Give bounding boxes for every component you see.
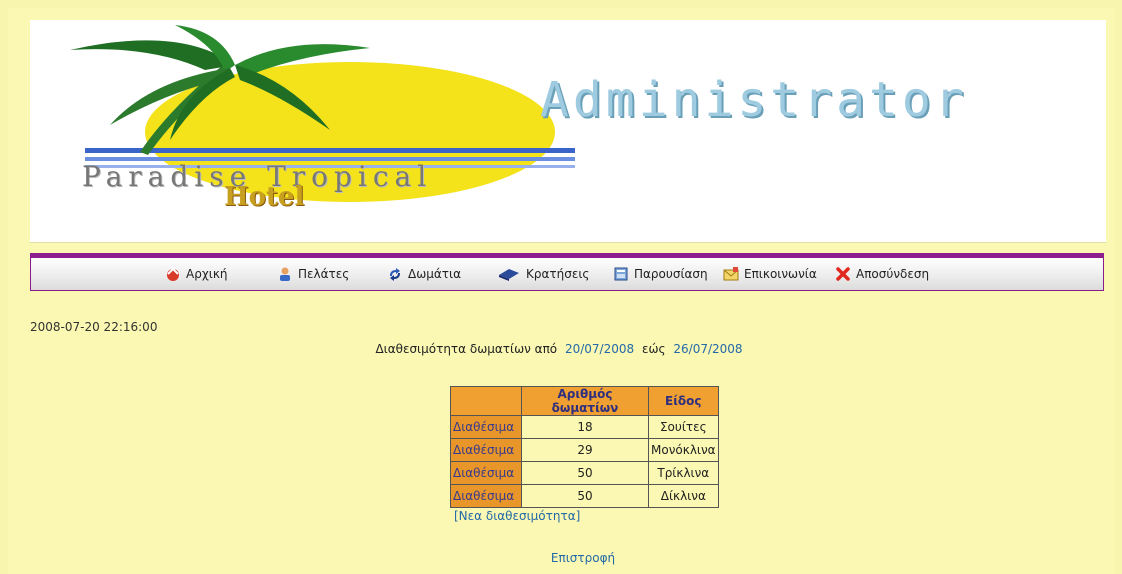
main-navigation: Αρχική Πελάτες Δωμάτια Κρατήσεις Παρουσί… [30,253,1104,291]
availability-middle: εώς [641,342,666,356]
availability-range: Διαθεσιμότητα δωματίων από 20/07/2008 εώ… [8,342,1114,356]
to-date-link[interactable]: 26/07/2008 [673,342,742,356]
table-row: Διαθέσιμα 18 Σουίτες [450,415,719,439]
nav-bookings[interactable]: Κρατήσεις [497,266,589,282]
row-label: Διαθέσιμα [450,461,522,485]
table-row: Διαθέσιμα 29 Μονόκλινα [450,438,719,462]
close-icon [835,266,851,282]
row-count: 50 [521,484,649,508]
availability-table: Αριθμός δωματίων Είδος Διαθέσιμα 18 Σουί… [450,386,719,508]
nav-customers-label: Πελάτες [298,267,350,281]
table-header-row: Αριθμός δωματίων Είδος [450,386,719,416]
rooms-icon [387,266,403,282]
page-container: Paradise Tropical Hotel Administrator Αρ… [8,8,1114,574]
hotel-banner: Paradise Tropical Hotel Administrator [30,20,1106,243]
book-icon [497,266,521,282]
nav-bookings-label: Κρατήσεις [526,267,590,281]
row-type: Τρίκλινα [648,461,719,485]
user-icon [277,266,293,282]
nav-logout-label: Αποσύνδεση [856,267,930,281]
row-type: Σουίτες [648,415,719,439]
banner-graphic [70,25,575,202]
mail-icon [723,266,739,282]
row-label: Διαθέσιμα [450,438,522,462]
hotel-sub-logo: Hotel [224,182,305,212]
nav-home-label: Αρχική [186,267,228,281]
from-date-link[interactable]: 20/07/2008 [565,342,634,356]
nav-home[interactable]: Αρχική [165,266,228,282]
table-header-blank [450,386,522,416]
presentation-icon [613,266,629,282]
nav-contact[interactable]: Επικοινωνία [723,266,817,282]
back-link[interactable]: Επιστροφή [8,551,1122,565]
nav-rooms-label: Δωμάτια [408,267,461,281]
row-type: Δίκλινα [648,484,719,508]
new-availability-link[interactable]: [Νεα διαθεσιμότητα] [454,509,580,523]
nav-contact-label: Επικοινωνία [744,267,817,281]
row-label: Διαθέσιμα [450,415,522,439]
nav-presentation[interactable]: Παρουσίαση [613,266,708,282]
table-row: Διαθέσιμα 50 Δίκλινα [450,484,719,508]
row-count: 29 [521,438,649,462]
nav-logout[interactable]: Αποσύνδεση [835,266,929,282]
table-header-count: Αριθμός δωματίων [521,386,649,416]
home-icon [165,266,181,282]
row-label: Διαθέσιμα [450,484,522,508]
row-count: 50 [521,461,649,485]
row-type: Μονόκλινα [648,438,719,462]
row-count: 18 [521,415,649,439]
nav-customers[interactable]: Πελάτες [277,266,349,282]
nav-rooms[interactable]: Δωμάτια [387,266,461,282]
table-header-type: Είδος [648,386,719,416]
administrator-title: Administrator [540,72,968,128]
current-timestamp: 2008-07-20 22:16:00 [30,320,158,334]
nav-presentation-label: Παρουσίαση [634,267,708,281]
availability-prefix: Διαθεσιμότητα δωματίων από [375,342,558,356]
table-row: Διαθέσιμα 50 Τρίκλινα [450,461,719,485]
